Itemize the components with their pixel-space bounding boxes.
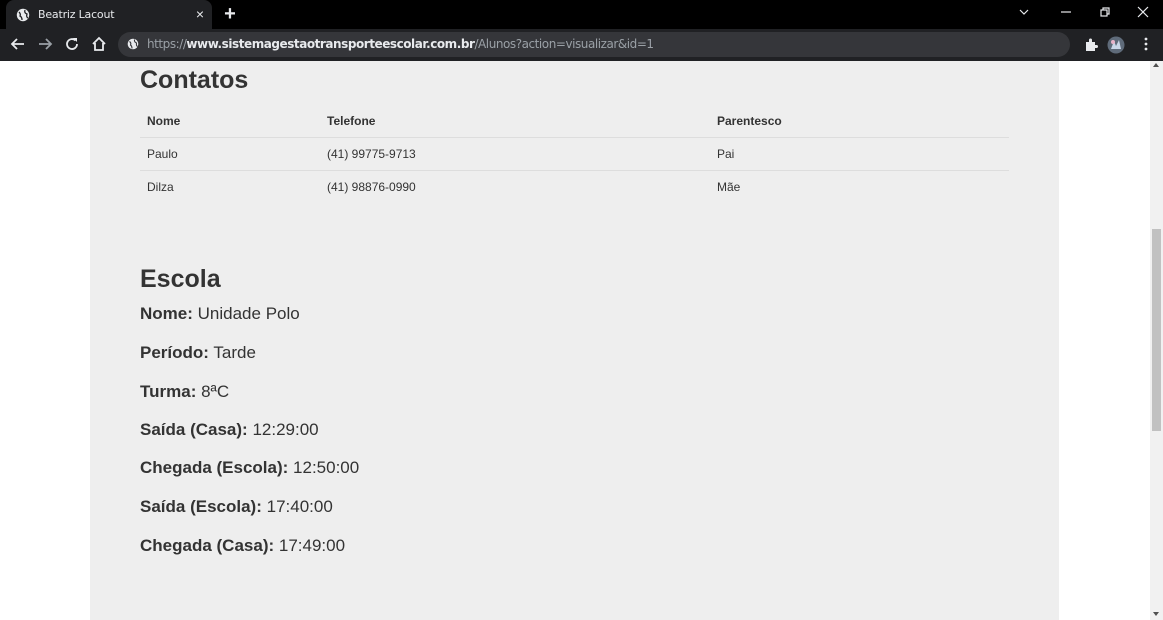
address-bar[interactable]: https://www.sistemagestaotransporteescol… bbox=[118, 32, 1070, 57]
field-value: 17:49:00 bbox=[278, 536, 346, 555]
school-heading: Escola bbox=[140, 265, 221, 293]
field-label: Chegada (Escola): bbox=[140, 458, 289, 477]
home-icon bbox=[92, 36, 106, 51]
column-header-parentesco: Parentesco bbox=[717, 114, 782, 128]
scroll-up-arrow-icon[interactable] bbox=[1153, 63, 1159, 67]
browser-tab[interactable]: Beatriz Lacout × bbox=[6, 0, 212, 29]
field-label: Saída (Casa): bbox=[140, 420, 248, 439]
profile-avatar-icon[interactable] bbox=[1107, 36, 1125, 54]
browser-menu-button[interactable] bbox=[1137, 36, 1155, 54]
field-value: Unidade Polo bbox=[197, 304, 300, 323]
field-value: 17:40:00 bbox=[266, 497, 333, 516]
period-field: Período: Tarde bbox=[140, 343, 256, 363]
forward-arrow-icon bbox=[39, 38, 53, 50]
table-row: Dilza (41) 98876-0990 Mãe bbox=[140, 171, 1009, 203]
field-value: Tarde bbox=[213, 343, 256, 362]
class-field: Turma: 8ªC bbox=[140, 382, 229, 402]
contacts-table: Nome Telefone Parentesco Paulo (41) 9977… bbox=[140, 105, 1009, 203]
field-label: Saída (Escola): bbox=[140, 497, 262, 516]
tab-bar: Beatriz Lacout × + bbox=[0, 0, 1163, 29]
close-window-button[interactable] bbox=[1134, 5, 1152, 23]
field-label: Turma: bbox=[140, 382, 197, 401]
content-panel: Contatos Nome Telefone Parentesco Paulo … bbox=[90, 61, 1059, 620]
contact-relationship: Pai bbox=[717, 147, 735, 161]
tab-search-button[interactable] bbox=[1015, 5, 1033, 23]
url-scheme: https:// bbox=[147, 37, 187, 51]
tab-title: Beatriz Lacout bbox=[38, 8, 115, 21]
restore-icon bbox=[1100, 7, 1110, 17]
reload-icon bbox=[66, 38, 78, 50]
field-value: 12:50:00 bbox=[293, 458, 360, 477]
url-path: /Alunos?action=visualizar&id=1 bbox=[474, 37, 654, 51]
extensions-icon[interactable] bbox=[1083, 37, 1099, 53]
home-departure-field: Saída (Casa): 12:29:00 bbox=[140, 420, 319, 440]
chevron-down-icon bbox=[1019, 9, 1029, 15]
page-viewport: Contatos Nome Telefone Parentesco Paulo … bbox=[0, 61, 1150, 620]
url-host: www.sistemagestaotransporteescolar.com.b… bbox=[186, 37, 475, 51]
page-scrollbar[interactable] bbox=[1150, 61, 1163, 620]
back-button[interactable] bbox=[9, 36, 27, 54]
column-header-nome: Nome bbox=[147, 114, 181, 128]
field-label: Chegada (Casa): bbox=[140, 536, 275, 555]
site-info-icon bbox=[127, 38, 139, 50]
restore-button[interactable] bbox=[1096, 5, 1114, 23]
contact-phone: (41) 99775-9713 bbox=[327, 147, 416, 161]
browser-toolbar: https://www.sistemagestaotransporteescol… bbox=[0, 29, 1163, 61]
tab-close-button[interactable]: × bbox=[192, 6, 208, 22]
school-name-field: Nome: Unidade Polo bbox=[140, 304, 300, 324]
field-label: Período: bbox=[140, 343, 209, 362]
field-label: Nome: bbox=[140, 304, 193, 323]
table-row: Paulo (41) 99775-9713 Pai bbox=[140, 138, 1009, 171]
table-header-row: Nome Telefone Parentesco bbox=[140, 105, 1009, 138]
close-icon bbox=[1137, 6, 1149, 18]
school-departure-field: Saída (Escola): 17:40:00 bbox=[140, 497, 333, 517]
contact-phone: (41) 98876-0990 bbox=[327, 180, 416, 194]
field-value: 12:29:00 bbox=[252, 420, 319, 439]
school-arrival-field: Chegada (Escola): 12:50:00 bbox=[140, 458, 359, 478]
column-header-telefone: Telefone bbox=[327, 114, 376, 128]
url-text: https://www.sistemagestaotransporteescol… bbox=[147, 37, 654, 51]
contacts-heading: Contatos bbox=[140, 66, 249, 94]
contact-relationship: Mãe bbox=[717, 180, 741, 194]
contact-name: Dilza bbox=[147, 180, 174, 194]
kebab-menu-icon bbox=[1144, 37, 1148, 51]
contact-name: Paulo bbox=[147, 147, 178, 161]
minimize-button[interactable] bbox=[1057, 5, 1075, 23]
minimize-icon bbox=[1061, 11, 1071, 13]
home-arrival-field: Chegada (Casa): 17:49:00 bbox=[140, 536, 345, 556]
reload-button[interactable] bbox=[63, 36, 81, 54]
field-value: 8ªC bbox=[201, 382, 230, 401]
scroll-down-arrow-icon[interactable] bbox=[1153, 612, 1159, 616]
forward-button[interactable] bbox=[36, 36, 54, 54]
new-tab-button[interactable]: + bbox=[220, 4, 240, 24]
back-arrow-icon bbox=[10, 38, 24, 50]
scrollbar-thumb[interactable] bbox=[1152, 229, 1161, 431]
home-button[interactable] bbox=[90, 36, 108, 54]
globe-icon bbox=[16, 8, 30, 22]
